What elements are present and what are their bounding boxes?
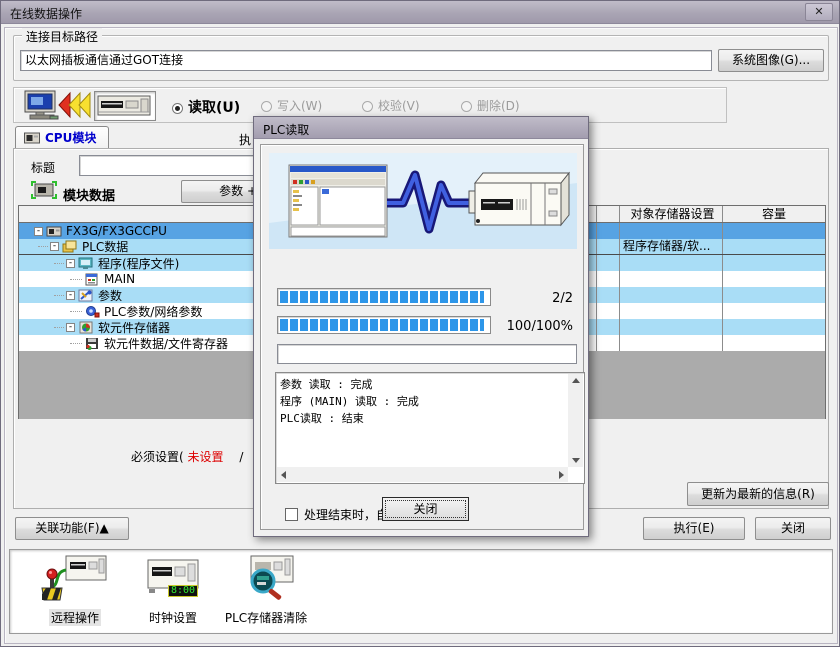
program-file-icon xyxy=(78,257,94,270)
percent-progress-fill xyxy=(280,319,484,331)
scroll-right-icon[interactable] xyxy=(559,471,564,479)
radio-verify[interactable]: 校验(V) xyxy=(362,97,420,113)
dialog-title: PLC读取 xyxy=(263,121,309,138)
related-functions-button[interactable]: 关联功能(F)▲ xyxy=(15,517,129,540)
radio-read[interactable]: 读取(U) xyxy=(172,97,240,113)
plc-memory-clear-item[interactable]: PLC存储器清除 xyxy=(206,554,326,626)
vertical-scrollbar[interactable] xyxy=(568,374,583,467)
radio-read-circle xyxy=(172,103,183,114)
dialog-body: 2/2 100/100% 参数 读取 : 完成 程序 (MAIN) 读取 : 完… xyxy=(260,144,584,530)
tree-expander[interactable]: - xyxy=(66,291,75,300)
scroll-up-icon[interactable] xyxy=(572,378,580,383)
remote-operation-icon xyxy=(38,593,112,607)
transfer-direction-arrows-icon xyxy=(58,91,92,122)
file-count-label: 2/2 xyxy=(483,291,573,306)
remote-operation-label: 远程操作 xyxy=(49,609,101,626)
tree-expander[interactable]: - xyxy=(66,323,75,332)
plc-cpu-icon xyxy=(46,225,62,238)
scroll-down-icon[interactable] xyxy=(572,458,580,463)
header-capacity[interactable]: 容量 xyxy=(722,206,825,222)
related-functions-panel: 远程操作 8:00 时钟设置 xyxy=(9,549,833,634)
header-spare xyxy=(596,206,619,222)
radio-write-circle xyxy=(261,101,272,112)
plc-memory-clear-label: PLC存储器清除 xyxy=(223,609,309,626)
device-data-icon xyxy=(84,337,100,350)
clock-setting-label: 时钟设置 xyxy=(147,609,199,626)
connection-path-group: 连接目标路径 以太网插板通信通过GOT连接 系统图像(G)... xyxy=(13,35,829,81)
module-data-icon xyxy=(31,181,57,202)
pc-to-plc-illustration xyxy=(269,153,577,249)
radio-delete[interactable]: 删除(D) xyxy=(461,97,520,113)
dialog-title-bar[interactable]: PLC读取 xyxy=(254,117,588,139)
not-set-value: 未设置 xyxy=(188,450,224,464)
network-parameter-icon xyxy=(84,305,100,318)
system-image-button[interactable]: 系统图像(G)... xyxy=(718,49,824,72)
plc-device-icon xyxy=(94,91,156,121)
percent-label: 100/100% xyxy=(483,319,573,334)
horizontal-scrollbar[interactable] xyxy=(277,467,568,482)
remote-operation-item[interactable]: 远程操作 xyxy=(20,554,130,626)
clock-setting-icon: 8:00 xyxy=(136,554,210,607)
current-item-field xyxy=(277,344,577,364)
window-title: 在线数据操作 xyxy=(10,5,82,22)
plc-read-dialog: PLC读取 xyxy=(253,116,589,537)
read-log-text: 参数 读取 : 完成 程序 (MAIN) 读取 : 完成 PLC读取 : 结束 xyxy=(280,376,566,465)
plc-memory-clear-icon xyxy=(229,593,303,607)
refresh-info-button[interactable]: 更新为最新的信息(R) xyxy=(687,482,829,506)
module-data-label: 模块数据 xyxy=(63,185,115,204)
radio-verify-circle xyxy=(362,101,373,112)
main-program-icon xyxy=(84,273,100,286)
title-bar[interactable]: 在线数据操作 ✕ xyxy=(1,1,839,24)
parameter-icon xyxy=(78,289,94,302)
data-title-label: 标题 xyxy=(31,159,55,176)
execute-button[interactable]: 执行(E) xyxy=(643,517,745,540)
radio-write[interactable]: 写入(W) xyxy=(261,97,322,113)
required-setting-text: 必须设置( 未设置 / xyxy=(131,448,243,465)
device-memory-icon xyxy=(78,321,94,334)
radio-delete-circle xyxy=(461,101,472,112)
tree-expander[interactable]: - xyxy=(34,227,43,236)
connection-path-legend: 连接目标路径 xyxy=(22,28,102,45)
percent-progressbar xyxy=(277,316,491,334)
computer-icon xyxy=(22,90,62,125)
window-close-button[interactable]: 关闭 xyxy=(755,517,831,540)
online-data-operation-window: 在线数据操作 ✕ 连接目标路径 以太网插板通信通过GOT连接 系统图像(G)..… xyxy=(0,0,840,647)
file-count-progress-fill xyxy=(280,291,484,303)
connection-path-field[interactable]: 以太网插板通信通过GOT连接 xyxy=(20,50,712,71)
tree-expander[interactable]: - xyxy=(50,242,59,251)
scroll-left-icon[interactable] xyxy=(281,471,286,479)
plc-data-folder-icon xyxy=(62,240,78,253)
file-count-progressbar xyxy=(277,288,491,306)
execute-target-clipped-text: 执 xyxy=(239,131,251,148)
tree-expander[interactable]: - xyxy=(66,259,75,268)
header-target-memory[interactable]: 对象存储器设置 xyxy=(619,206,722,222)
close-icon[interactable]: ✕ xyxy=(805,3,833,21)
tab-cpu-module[interactable]: CPU模块 xyxy=(15,126,109,149)
dialog-close-button[interactable]: 关闭 xyxy=(382,497,469,521)
read-log-box[interactable]: 参数 读取 : 完成 程序 (MAIN) 读取 : 完成 PLC读取 : 结束 xyxy=(275,372,585,484)
auto-close-checkbox[interactable] xyxy=(285,508,298,521)
clock-display: 8:00 xyxy=(168,585,198,597)
